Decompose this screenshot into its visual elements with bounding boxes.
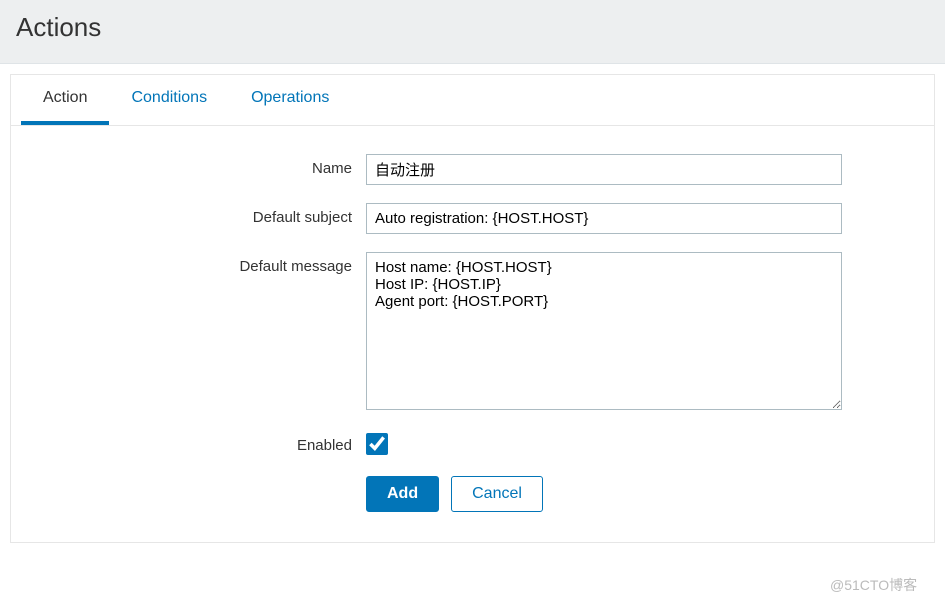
field-name xyxy=(366,154,842,185)
field-default-subject xyxy=(366,203,842,234)
row-name: Name xyxy=(31,154,914,185)
label-default-subject: Default subject xyxy=(31,203,366,226)
row-default-message: Default message xyxy=(31,252,914,413)
form-area: Name Default subject Default message Ena… xyxy=(11,126,934,542)
tab-conditions[interactable]: Conditions xyxy=(109,75,229,125)
cancel-button[interactable]: Cancel xyxy=(451,476,543,512)
page-title: Actions xyxy=(16,12,929,43)
enabled-checkbox[interactable] xyxy=(366,433,388,455)
field-enabled xyxy=(366,431,388,458)
tab-bar: Action Conditions Operations xyxy=(11,75,934,126)
label-name: Name xyxy=(31,154,366,177)
tab-operations[interactable]: Operations xyxy=(229,75,351,125)
content-panel: Action Conditions Operations Name Defaul… xyxy=(10,74,935,543)
add-button[interactable]: Add xyxy=(366,476,439,512)
name-input[interactable] xyxy=(366,154,842,185)
button-row: Add Cancel xyxy=(366,476,914,512)
row-enabled: Enabled xyxy=(31,431,914,458)
default-subject-input[interactable] xyxy=(366,203,842,234)
field-default-message xyxy=(366,252,842,413)
label-default-message: Default message xyxy=(31,252,366,275)
row-default-subject: Default subject xyxy=(31,203,914,234)
default-message-textarea[interactable] xyxy=(366,252,842,410)
watermark: @51CTO博客 xyxy=(830,575,917,595)
tab-action[interactable]: Action xyxy=(21,75,109,125)
label-enabled: Enabled xyxy=(31,431,366,454)
page-header: Actions xyxy=(0,0,945,64)
